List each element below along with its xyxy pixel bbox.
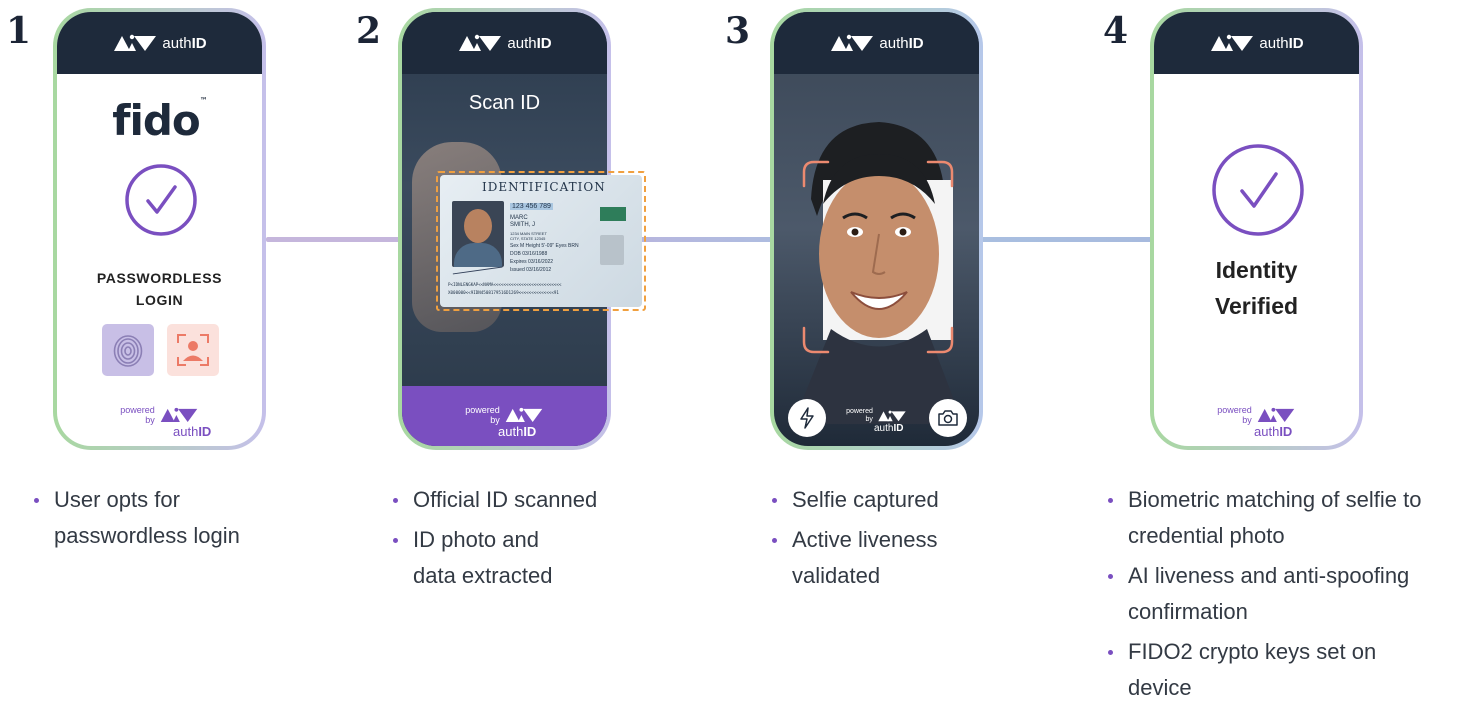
- list-item: User opts for passwordless login: [32, 482, 302, 554]
- check-circle-icon: [125, 164, 197, 236]
- id-card: IDENTIFICATION 123 456 789 MARC SMITH, J…: [440, 175, 642, 307]
- authid-logo-icon: [457, 33, 503, 53]
- camera-button[interactable]: [929, 399, 967, 437]
- step-1-bullets: User opts for passwordless login: [32, 482, 302, 558]
- app-header: authID: [402, 12, 607, 74]
- face-id-icon: [177, 334, 209, 366]
- id-card-ghost-photo: [600, 235, 624, 265]
- id-card-name-first: MARC: [510, 215, 528, 221]
- list-item: Biometric matching of selfie to credenti…: [1106, 482, 1458, 554]
- step-number-2: 2: [356, 10, 382, 52]
- id-card-title: IDENTIFICATION: [482, 180, 606, 194]
- screen-title: Scan ID: [468, 92, 541, 114]
- authid-logo-icon: [112, 33, 158, 53]
- connector-3-4: [979, 237, 1157, 242]
- app-header: authID: [1154, 12, 1359, 74]
- powered-by-badge: powered by: [1154, 405, 1359, 425]
- id-card-flag-icon: [600, 207, 626, 221]
- id-card-name-last: SMITH, J: [510, 222, 535, 228]
- id-card-issued: Issued 03/16/2012: [510, 267, 552, 273]
- powered-brand-text: authID: [874, 423, 904, 434]
- list-item: Official ID scanned: [391, 482, 621, 518]
- list-item: Selfie captured: [770, 482, 970, 518]
- fingerprint-icon: [113, 335, 143, 367]
- app-header: authID: [57, 12, 262, 74]
- camera-icon: [938, 410, 958, 426]
- id-card-mrz-2: X000000<<9IDN4508179516D1269<<<<<<<<<<<<…: [448, 290, 559, 295]
- step-number-3: 3: [725, 10, 751, 52]
- app-header: authID: [774, 12, 979, 74]
- id-card-dob: DOB 03/16/1988: [510, 251, 548, 257]
- face-frame-icon: [802, 160, 954, 354]
- powered-by-badge: powered by: [57, 405, 262, 425]
- list-item: ID photo and data extracted: [391, 522, 581, 594]
- phone-step-4: authID Identity Verified powered by authI…: [1150, 8, 1363, 450]
- screen-title: Identity Verified: [1214, 257, 1299, 319]
- powered-brand-text: authID: [1254, 424, 1293, 439]
- powered-brand-text: authID: [498, 424, 537, 439]
- check-circle-icon: [1212, 144, 1304, 236]
- authid-logo-icon: [1209, 33, 1255, 53]
- id-card-number: 123 456 789: [510, 203, 553, 210]
- powered-brand-text: authID: [173, 424, 212, 439]
- fido-logo: fido™: [112, 96, 208, 145]
- fingerprint-button[interactable]: [102, 324, 154, 376]
- authid-logo-icon: [829, 33, 875, 53]
- list-item: FIDO2 crypto keys set on device: [1106, 634, 1426, 706]
- authid-logo-icon: [504, 406, 544, 424]
- authid-logo-icon: [1256, 406, 1296, 424]
- connector-1-2: [266, 237, 403, 242]
- screen-title: PASSWORDLESS LOGIN: [96, 270, 223, 308]
- step-4-bullets: Biometric matching of selfie to credenti…: [1106, 482, 1458, 710]
- list-item: Active liveness validated: [770, 522, 950, 594]
- step-3-bullets: Selfie captured Active liveness validate…: [770, 482, 970, 598]
- phone-step-3: authID powered by authID: [770, 8, 983, 450]
- id-card-address-2: CITY, STATE 12345: [510, 236, 546, 241]
- step-number-4: 4: [1103, 10, 1129, 52]
- id-card-details: Sex M Height 5'-09" Eyes BRN: [510, 243, 579, 249]
- phone-step-1: authID fido™ PASSWORDLESS LOGIN powered …: [53, 8, 266, 450]
- id-card-expires: Expires 03/16/2022: [510, 259, 554, 265]
- step-2-bullets: Official ID scanned ID photo and data ex…: [391, 482, 621, 598]
- authid-logo-icon: [877, 409, 907, 423]
- step-number-1: 1: [6, 10, 32, 52]
- list-item: AI liveness and anti-spoofing confirmati…: [1106, 558, 1458, 630]
- id-card-photo: [452, 201, 504, 267]
- authid-logo-icon: [159, 406, 199, 424]
- powered-by-badge: powered by: [402, 405, 607, 425]
- id-card-mrz-1: P<IDNLENGKAP<<NAMA<<<<<<<<<<<<<<<<<<<<<<…: [448, 282, 562, 287]
- face-id-button[interactable]: [167, 324, 219, 376]
